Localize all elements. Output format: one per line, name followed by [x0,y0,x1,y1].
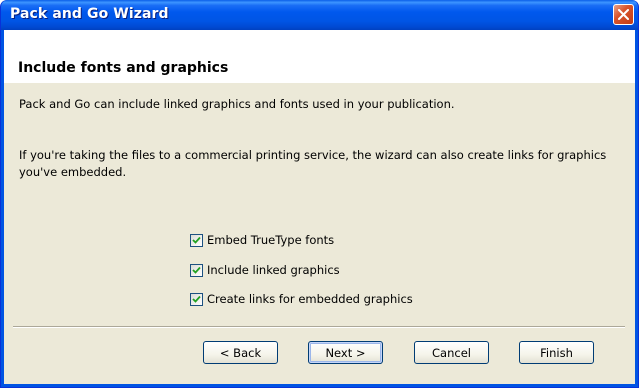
next-button[interactable]: Next > [308,341,383,364]
description-text-2: If you're taking the files to a commerci… [19,148,607,179]
checkmark-icon [192,295,201,303]
cancel-button[interactable]: Cancel [414,341,489,364]
window-title: Pack and Go Wizard [10,6,169,22]
option-embed-truetype-fonts[interactable]: Embed TrueType fonts [190,232,334,248]
option-include-linked-graphics[interactable]: Include linked graphics [190,262,340,278]
description-text: Pack and Go can include linked graphics … [19,97,455,111]
wizard-window: Pack and Go Wizard Include fonts and gra… [0,0,639,388]
close-button[interactable] [613,4,634,25]
checkmark-icon [192,236,201,244]
embed-fonts-label: Embed TrueType fonts [207,233,335,247]
wizard-header: Include fonts and graphics [4,30,635,83]
dialog-client-area: Include fonts and graphics Pack and Go c… [4,30,635,384]
finish-button[interactable]: Finish [519,341,594,364]
option-create-links-embedded-graphics[interactable]: Create links for embedded graphics [190,291,413,307]
title-bar[interactable]: Pack and Go Wizard [1,0,638,30]
include-linked-graphics-checkbox[interactable] [190,263,203,277]
button-separator [13,326,625,328]
create-links-checkbox[interactable] [190,292,203,306]
checkmark-icon [192,266,201,274]
embed-fonts-checkbox[interactable] [190,233,203,247]
close-icon [618,9,629,20]
back-button[interactable]: < Back [203,341,278,364]
include-linked-graphics-label: Include linked graphics [207,263,340,277]
create-links-label: Create links for embedded graphics [207,292,413,306]
page-title: Include fonts and graphics [18,60,229,76]
